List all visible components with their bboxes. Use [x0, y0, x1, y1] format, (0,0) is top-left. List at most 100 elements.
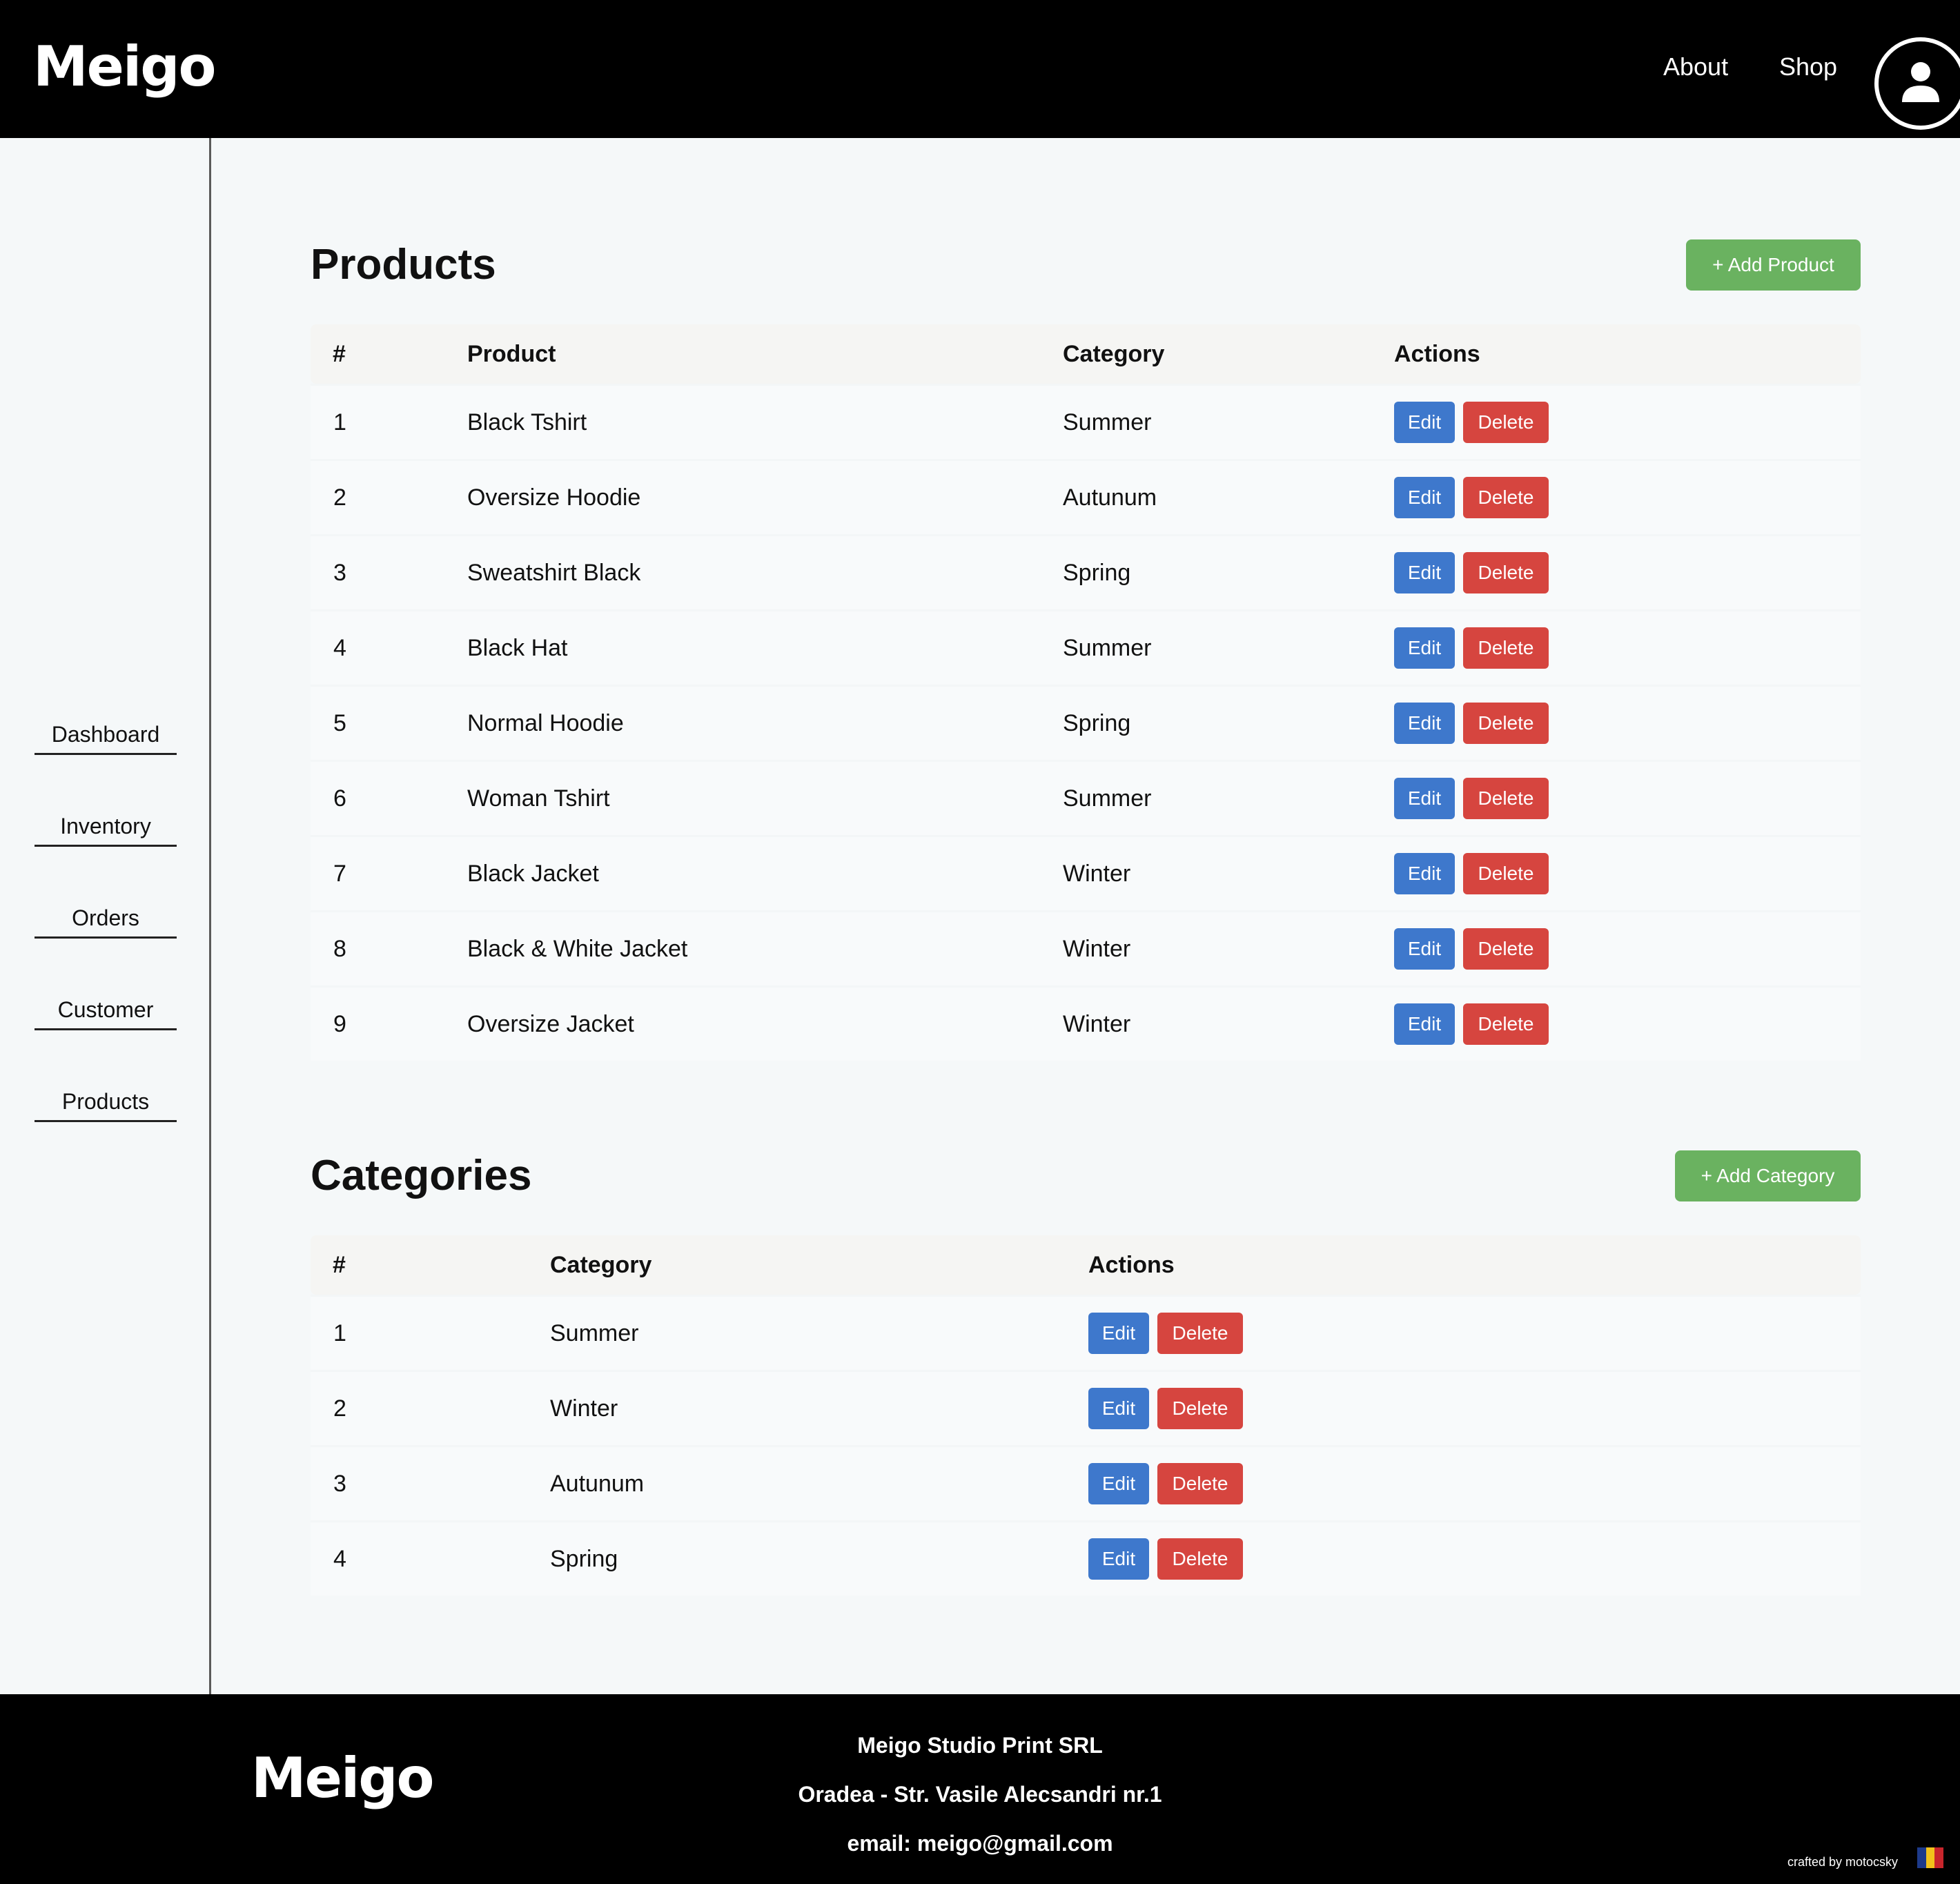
row-number: 8 — [333, 936, 346, 962]
edit-button[interactable]: Edit — [1088, 1313, 1149, 1354]
table-row: 7 Black Jacket Winter Edit Delete — [311, 835, 1861, 910]
edit-button[interactable]: Edit — [1394, 1003, 1455, 1045]
categories-table: # Category Actions 1 Summer Edit Delete 2 Win… — [311, 1235, 1861, 1596]
table-row: 2 Oversize Hoodie Autunum Edit Delete — [311, 459, 1861, 534]
delete-button[interactable]: Delete — [1463, 703, 1549, 744]
sidebar-item-products[interactable]: Products — [35, 1067, 177, 1122]
edit-button[interactable]: Edit — [1394, 477, 1455, 518]
delete-button[interactable]: Delete — [1463, 627, 1549, 669]
products-table: # Product Category Actions 1 Black Tshirt… — [311, 324, 1861, 1061]
category-name: Winter — [550, 1395, 618, 1422]
delete-button[interactable]: Delete — [1157, 1388, 1243, 1429]
sidebar-item-dashboard[interactable]: Dashboard — [35, 700, 177, 755]
edit-button[interactable]: Edit — [1394, 703, 1455, 744]
footer-email: email: meigo@gmail.com — [847, 1831, 1113, 1856]
product-category: Autunum — [1063, 484, 1157, 511]
row-number: 6 — [333, 785, 346, 812]
footer-address: Oradea - Str. Vasile Alecsandri nr.1 — [798, 1782, 1162, 1807]
product-category: Winter — [1063, 1011, 1131, 1037]
product-name: Black Tshirt — [467, 409, 587, 435]
delete-button[interactable]: Delete — [1157, 1538, 1243, 1580]
table-row: 3 Autunum Edit Delete — [311, 1445, 1861, 1520]
add-product-button[interactable]: + Add Product — [1686, 239, 1861, 291]
categories-title: Categories — [311, 1152, 532, 1199]
romania-flag-icon — [1917, 1847, 1944, 1868]
nav-about-link[interactable]: About — [1663, 52, 1728, 81]
table-row: 4 Black Hat Summer Edit Delete — [311, 609, 1861, 685]
category-name: Autunum — [550, 1471, 645, 1497]
top-navbar: Meigo About Shop — [0, 0, 1960, 138]
user-icon — [1902, 62, 1939, 102]
sidebar-item-label: Customer — [57, 997, 154, 1022]
edit-button[interactable]: Edit — [1394, 552, 1455, 593]
category-name: Summer — [550, 1320, 639, 1346]
table-row: 9 Oversize Jacket Winter Edit Delete — [311, 985, 1861, 1061]
brand-logo[interactable]: Meigo — [33, 35, 217, 99]
flag-stripe — [1934, 1847, 1944, 1868]
column-header: # — [333, 341, 346, 367]
column-header: Category — [550, 1252, 652, 1278]
sidebar-item-label: Orders — [72, 905, 139, 930]
delete-button[interactable]: Delete — [1463, 552, 1549, 593]
product-name: Oversize Hoodie — [467, 484, 641, 511]
product-category: Summer — [1063, 785, 1152, 812]
sidebar-item-label: Inventory — [60, 814, 151, 838]
product-category: Winter — [1063, 936, 1131, 962]
edit-button[interactable]: Edit — [1394, 402, 1455, 443]
nav-shop-link[interactable]: Shop — [1779, 52, 1837, 81]
delete-button[interactable]: Delete — [1157, 1463, 1243, 1504]
product-name: Black & White Jacket — [467, 936, 688, 962]
row-number: 5 — [333, 710, 346, 736]
delete-button[interactable]: Delete — [1463, 928, 1549, 970]
table-row: 2 Winter Edit Delete — [311, 1370, 1861, 1445]
column-header: Product — [467, 341, 556, 367]
product-name: Black Hat — [467, 635, 568, 661]
row-number: 2 — [333, 484, 346, 511]
edit-button[interactable]: Edit — [1394, 627, 1455, 669]
footer: Meigo Meigo Studio Print SRL Oradea - St… — [0, 1694, 1960, 1884]
edit-button[interactable]: Edit — [1394, 778, 1455, 819]
row-number: 3 — [333, 560, 346, 586]
sidebar-item-orders[interactable]: Orders — [35, 883, 177, 939]
table-header: # Category Actions — [311, 1235, 1861, 1295]
row-number: 3 — [333, 1471, 346, 1497]
row-number: 4 — [333, 1546, 346, 1572]
product-category: Summer — [1063, 635, 1152, 661]
column-header: Actions — [1394, 341, 1480, 367]
table-header: # Product Category Actions — [311, 324, 1861, 384]
products-title: Products — [311, 241, 496, 288]
table-row: 1 Summer Edit Delete — [311, 1295, 1861, 1370]
delete-button[interactable]: Delete — [1157, 1313, 1243, 1354]
sidebar-item-customer[interactable]: Customer — [35, 975, 177, 1030]
footer-company: Meigo Studio Print SRL — [857, 1733, 1103, 1758]
column-header: # — [333, 1252, 346, 1278]
edit-button[interactable]: Edit — [1088, 1538, 1149, 1580]
product-name: Woman Tshirt — [467, 785, 610, 812]
sidebar-item-label: Dashboard — [51, 722, 160, 747]
edit-button[interactable]: Edit — [1394, 928, 1455, 970]
table-row: 8 Black & White Jacket Winter Edit Delete — [311, 910, 1861, 985]
delete-button[interactable]: Delete — [1463, 402, 1549, 443]
edit-button[interactable]: Edit — [1088, 1463, 1149, 1504]
delete-button[interactable]: Delete — [1463, 1003, 1549, 1045]
column-header: Category — [1063, 341, 1165, 367]
row-number: 9 — [333, 1011, 346, 1037]
table-row: 1 Black Tshirt Summer Edit Delete — [311, 384, 1861, 459]
sidebar-item-inventory[interactable]: Inventory — [35, 792, 177, 847]
add-category-button[interactable]: + Add Category — [1675, 1150, 1861, 1201]
category-name: Spring — [550, 1546, 618, 1572]
row-number: 1 — [333, 1320, 346, 1346]
table-row: 3 Sweatshirt Black Spring Edit Delete — [311, 534, 1861, 609]
account-button[interactable] — [1874, 37, 1960, 130]
product-category: Summer — [1063, 409, 1152, 435]
row-number: 7 — [333, 861, 346, 887]
delete-button[interactable]: Delete — [1463, 778, 1549, 819]
sidebar: Dashboard Inventory Orders Customer Prod… — [0, 138, 211, 1694]
edit-button[interactable]: Edit — [1088, 1388, 1149, 1429]
edit-button[interactable]: Edit — [1394, 853, 1455, 894]
delete-button[interactable]: Delete — [1463, 477, 1549, 518]
footer-credit: crafted by motocsky — [1787, 1855, 1899, 1869]
column-header: Actions — [1088, 1252, 1175, 1278]
product-name: Black Jacket — [467, 861, 599, 887]
delete-button[interactable]: Delete — [1463, 853, 1549, 894]
